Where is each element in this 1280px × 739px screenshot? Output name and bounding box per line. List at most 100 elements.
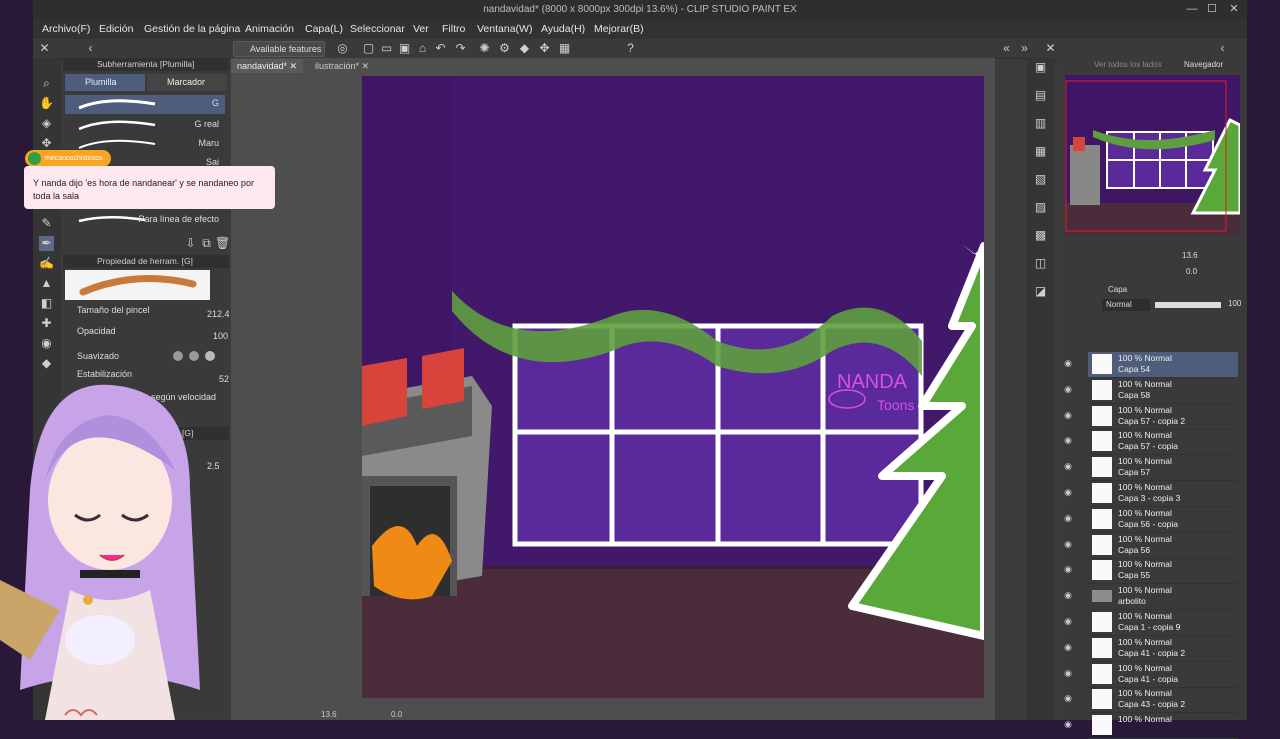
panel-icon-4[interactable]: ▦ <box>1033 144 1048 159</box>
clip-studio-icon[interactable]: ◎ <box>335 41 350 56</box>
panel-icon-2[interactable]: ▤ <box>1033 88 1048 103</box>
visibility-eye-icon[interactable]: ◉ <box>1062 719 1074 731</box>
layer-row[interactable]: ◉ 100 % Normal Capa 41 - copia <box>1064 662 1238 688</box>
fill-tool-icon[interactable]: ◉ <box>39 336 54 351</box>
new-file-icon[interactable]: ▢ <box>361 41 376 56</box>
visibility-eye-icon[interactable]: ◉ <box>1062 410 1074 422</box>
menu-ventana[interactable]: Ventana(W) <box>477 19 532 39</box>
close-button[interactable]: ✕ <box>1225 0 1243 19</box>
menu-ayuda[interactable]: Ayuda(H) <box>541 19 585 39</box>
brush-g-real[interactable]: G real <box>65 116 225 135</box>
tab-capa[interactable]: Capa <box>1108 285 1127 294</box>
menu-capa[interactable]: Capa(L) <box>305 19 343 39</box>
layer-row[interactable]: ◉ 100 % Normal Capa 58 <box>1064 378 1238 404</box>
delete-subtool-icon[interactable]: 🗑 <box>215 236 230 251</box>
layer-row[interactable]: ◉ 100 % Normal Capa 56 - copia <box>1064 507 1238 533</box>
save-icon[interactable]: ▣ <box>397 41 412 56</box>
layer-row[interactable]: ◉ 100 % Normal Capa 55 <box>1064 558 1238 585</box>
visibility-eye-icon[interactable]: ◉ <box>1062 590 1074 602</box>
export-icon[interactable]: ⌂ <box>415 41 430 56</box>
pen-tool-icon[interactable]: ✎ <box>39 216 54 231</box>
fill-icon[interactable]: ◆ <box>517 41 532 56</box>
undo-icon[interactable]: ↶ <box>433 41 448 56</box>
tab-ver-todos[interactable]: Ver todos los lados <box>1094 60 1162 69</box>
available-features-button[interactable]: Available features <box>233 41 325 57</box>
visibility-eye-icon[interactable]: ◉ <box>1062 693 1074 705</box>
navigator-zoom[interactable]: 13.6 <box>1182 251 1198 260</box>
menu-edicion[interactable]: Edición <box>99 19 133 39</box>
opacity-value[interactable]: 100 <box>213 331 228 341</box>
copy-subtool-icon[interactable]: ⧉ <box>199 236 214 251</box>
help-icon[interactable]: ? <box>623 41 638 56</box>
visibility-eye-icon[interactable]: ◉ <box>1062 513 1074 525</box>
panel-icon-5[interactable]: ▧ <box>1033 172 1048 187</box>
layer-row[interactable]: ◉ 100 % Normal Capa 57 - copia 2 <box>1064 404 1238 430</box>
blend-tool-icon[interactable]: ✚ <box>39 316 54 331</box>
layer-row[interactable]: ◉ 100 % Normal Capa 56 <box>1064 533 1238 559</box>
maximize-button[interactable]: ☐ <box>1203 0 1221 19</box>
visibility-eye-icon[interactable]: ◉ <box>1062 668 1074 680</box>
chevron-left-right-icon[interactable]: « <box>999 41 1014 56</box>
visibility-eye-icon[interactable]: ◉ <box>1062 564 1074 576</box>
chevron-left-icon-2[interactable]: ‹ <box>1215 41 1230 56</box>
brush-tool-icon[interactable]: ✍ <box>39 256 54 271</box>
airbrush-icon[interactable]: ▲ <box>39 276 54 291</box>
menu-gestion-pagina[interactable]: Gestión de la página <box>144 19 240 39</box>
select-layer-icon[interactable]: ◈ <box>39 116 54 131</box>
minimize-button[interactable]: — <box>1183 0 1201 19</box>
visibility-eye-icon[interactable]: ◉ <box>1062 384 1074 396</box>
eraser-icon[interactable]: ◧ <box>39 296 54 311</box>
chevron-left-icon[interactable]: ‹ <box>83 41 98 56</box>
redo-icon[interactable]: ↷ <box>453 41 468 56</box>
layer-opacity-value[interactable]: 100 <box>1228 299 1241 308</box>
visibility-eye-icon[interactable]: ◉ <box>1062 616 1074 628</box>
canvas-angle-value[interactable]: 0.0 <box>391 710 402 719</box>
visibility-eye-icon[interactable]: ◉ <box>1062 539 1074 551</box>
layer-row[interactable]: ◉ 100 % Normal Capa 57 - copia <box>1064 429 1238 456</box>
visibility-eye-icon[interactable]: ◉ <box>1062 642 1074 654</box>
tab-plumilla[interactable]: Plumilla <box>65 74 145 91</box>
panel-icon-8[interactable]: ◫ <box>1033 256 1048 271</box>
tab-nandavidad[interactable]: nandavidad* ✕ <box>231 59 304 73</box>
panel-icon-1[interactable]: ▣ <box>1033 60 1048 75</box>
menu-ver[interactable]: Ver <box>413 19 429 39</box>
tab-marcador[interactable]: Marcador <box>147 74 227 91</box>
layer-row[interactable]: ◉ 100 % Normal Capa 3 - copia 3 <box>1064 481 1238 507</box>
deselect-icon[interactable]: ▦ <box>557 41 572 56</box>
layer-row[interactable]: ◉ 100 % Normal arbolito <box>1064 584 1238 611</box>
open-file-icon[interactable]: ▭ <box>379 41 394 56</box>
hand-tool-icon[interactable]: ✋ <box>39 96 54 111</box>
visibility-eye-icon[interactable]: ◉ <box>1062 487 1074 499</box>
layer-row[interactable]: ◉ 100 % Normal Capa 1 - copia 9 <box>1064 610 1238 636</box>
chevron-right-icon[interactable]: » <box>1017 41 1032 56</box>
pen-tool-active-icon[interactable]: ✒ <box>39 236 54 251</box>
menu-mejorar[interactable]: Mejorar(B) <box>594 19 644 39</box>
panel-icon-7[interactable]: ▩ <box>1033 228 1048 243</box>
tab-navegador[interactable]: Navegador <box>1184 60 1223 69</box>
visibility-eye-icon[interactable]: ◉ <box>1062 435 1074 447</box>
close-panel-right-icon[interactable]: ✕ <box>1043 41 1058 56</box>
zoom-tool-icon[interactable]: ⌕ <box>39 76 54 91</box>
menu-archivo[interactable]: Archivo(F) <box>42 19 90 39</box>
transform-icon[interactable]: ✥ <box>537 41 552 56</box>
layer-row[interactable]: ◉ 100 % Normal Capa 43 - copia 2 <box>1064 687 1238 714</box>
layer-row[interactable]: ◉ 100 % Normal Capa 41 - copia 2 <box>1064 636 1238 662</box>
menu-filtro[interactable]: Filtro <box>442 19 465 39</box>
brush-linea-efecto[interactable]: Para línea de efecto <box>65 211 225 230</box>
panel-icon-9[interactable]: ◪ <box>1033 284 1048 299</box>
panel-icon-3[interactable]: ▥ <box>1033 116 1048 131</box>
layer-row[interactable]: ◉ 100 % Normal Capa 57 <box>1064 455 1238 482</box>
artwork-canvas[interactable]: NANDA Toons <box>362 76 984 698</box>
tab-ilustracion[interactable]: ilustración* ✕ <box>309 59 375 73</box>
move-tool-icon[interactable]: ✥ <box>39 136 54 151</box>
panel-icon-6[interactable]: ▨ <box>1033 200 1048 215</box>
clear-icon[interactable]: ⚙ <box>497 41 512 56</box>
navigator-angle[interactable]: 0.0 <box>1186 267 1197 276</box>
navigator-preview[interactable] <box>1065 75 1240 235</box>
brush-size-value[interactable]: 212.4 <box>207 309 230 319</box>
spinner-icon[interactable]: ✺ <box>477 41 492 56</box>
brush-g[interactable]: G <box>65 95 225 114</box>
close-panel-icon[interactable]: ✕ <box>37 41 52 56</box>
blend-mode-select[interactable]: Normal <box>1102 299 1150 311</box>
visibility-eye-icon[interactable]: ◉ <box>1062 461 1074 473</box>
